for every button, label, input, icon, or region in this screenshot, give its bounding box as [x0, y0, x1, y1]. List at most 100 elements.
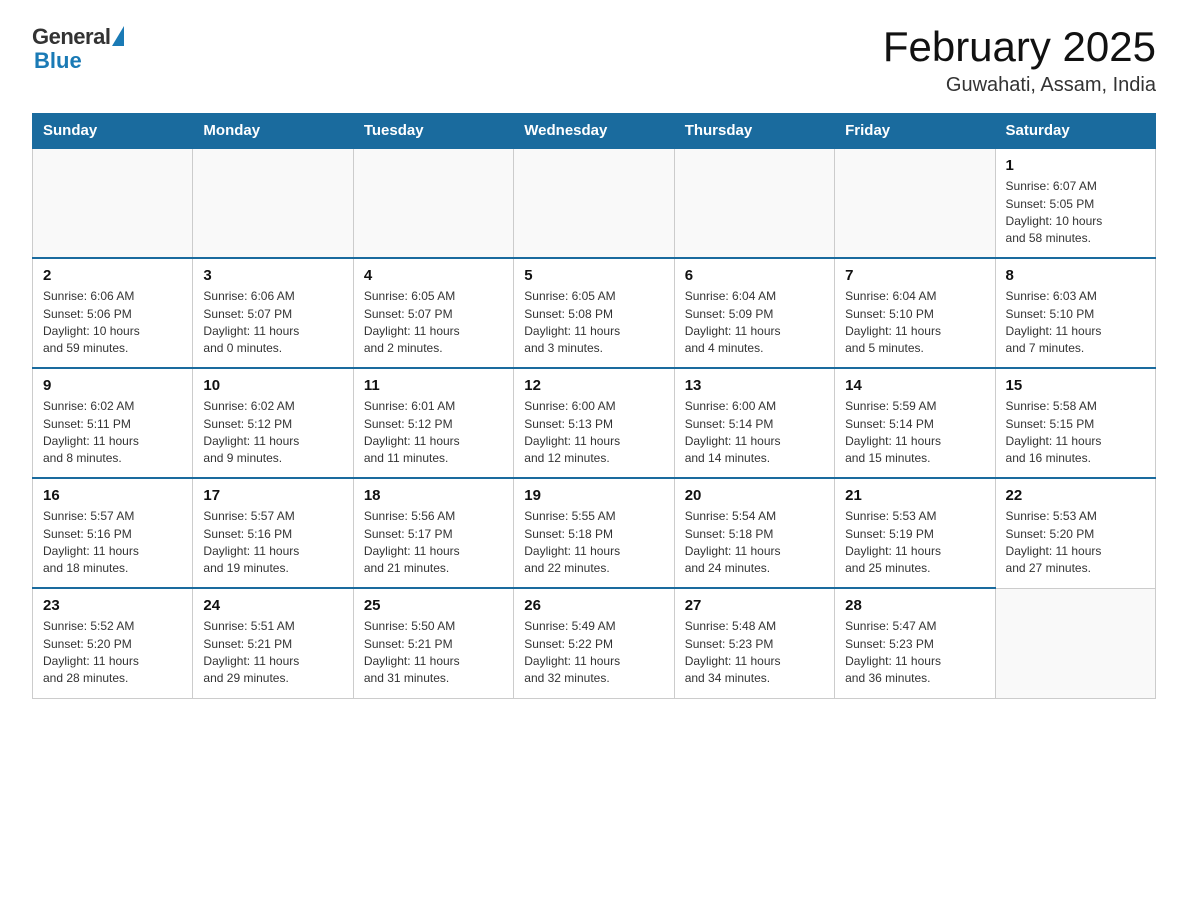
calendar-cell: 9 Sunrise: 6:02 AM Sunset: 5:11 PM Daylig…: [33, 368, 193, 478]
weekday-header-thursday: Thursday: [674, 114, 834, 149]
calendar-table: SundayMondayTuesdayWednesdayThursdayFrid…: [32, 113, 1156, 699]
day-number: 12: [524, 377, 663, 394]
calendar-cell: 10Sunrise: 6:02 AM Sunset: 5:12 PM Dayli…: [193, 368, 353, 478]
day-info: Sunrise: 5:52 AM Sunset: 5:20 PM Dayligh…: [43, 618, 182, 688]
calendar-cell: 2 Sunrise: 6:06 AM Sunset: 5:06 PM Daylig…: [33, 258, 193, 368]
day-number: 20: [685, 487, 824, 504]
calendar-cell: 26 Sunrise: 5:49 AM Sunset: 5:22 PM Dayli…: [514, 588, 674, 698]
day-info: Sunrise: 5:56 AM Sunset: 5:17 PM Dayligh…: [364, 508, 503, 578]
day-info: Sunrise: 5:53 AM Sunset: 5:20 PM Dayligh…: [1006, 508, 1145, 578]
day-number: 13: [685, 377, 824, 394]
day-number: 25: [364, 597, 503, 614]
calendar-cell: 21 Sunrise: 5:53 AM Sunset: 5:19 PM Dayli…: [835, 478, 995, 588]
weekday-header-monday: Monday: [193, 114, 353, 149]
calendar-cell: 14 Sunrise: 5:59 AM Sunset: 5:14 PM Dayli…: [835, 368, 995, 478]
day-info: Sunrise: 5:47 AM Sunset: 5:23 PM Dayligh…: [845, 618, 984, 688]
day-number: 19: [524, 487, 663, 504]
calendar-cell: [353, 148, 513, 258]
calendar-week-row: 2 Sunrise: 6:06 AM Sunset: 5:06 PM Daylig…: [33, 258, 1156, 368]
day-number: 24: [203, 597, 342, 614]
day-number: 4: [364, 267, 503, 284]
day-number: 15: [1006, 377, 1145, 394]
calendar-cell: 19 Sunrise: 5:55 AM Sunset: 5:18 PM Dayli…: [514, 478, 674, 588]
day-info: Sunrise: 5:53 AM Sunset: 5:19 PM Dayligh…: [845, 508, 984, 578]
day-number: 26: [524, 597, 663, 614]
day-info: Sunrise: 6:06 AM Sunset: 5:06 PM Dayligh…: [43, 288, 182, 358]
calendar-cell: 23 Sunrise: 5:52 AM Sunset: 5:20 PM Dayli…: [33, 588, 193, 698]
calendar-week-row: 1Sunrise: 6:07 AM Sunset: 5:05 PM Daylig…: [33, 148, 1156, 258]
day-info: Sunrise: 6:04 AM Sunset: 5:09 PM Dayligh…: [685, 288, 824, 358]
day-number: 2: [43, 267, 182, 284]
calendar-week-row: 9 Sunrise: 6:02 AM Sunset: 5:11 PM Daylig…: [33, 368, 1156, 478]
day-info: Sunrise: 5:54 AM Sunset: 5:18 PM Dayligh…: [685, 508, 824, 578]
calendar-cell: 17Sunrise: 5:57 AM Sunset: 5:16 PM Dayli…: [193, 478, 353, 588]
weekday-header-friday: Friday: [835, 114, 995, 149]
calendar-cell: 8Sunrise: 6:03 AM Sunset: 5:10 PM Daylig…: [995, 258, 1155, 368]
day-number: 1: [1006, 157, 1145, 174]
day-info: Sunrise: 6:05 AM Sunset: 5:07 PM Dayligh…: [364, 288, 503, 358]
day-info: Sunrise: 5:58 AM Sunset: 5:15 PM Dayligh…: [1006, 398, 1145, 468]
day-info: Sunrise: 6:01 AM Sunset: 5:12 PM Dayligh…: [364, 398, 503, 468]
day-number: 21: [845, 487, 984, 504]
calendar-cell: 13 Sunrise: 6:00 AM Sunset: 5:14 PM Dayli…: [674, 368, 834, 478]
calendar-cell: 20 Sunrise: 5:54 AM Sunset: 5:18 PM Dayli…: [674, 478, 834, 588]
day-info: Sunrise: 5:59 AM Sunset: 5:14 PM Dayligh…: [845, 398, 984, 468]
calendar-cell: 12 Sunrise: 6:00 AM Sunset: 5:13 PM Dayli…: [514, 368, 674, 478]
calendar-cell: 22 Sunrise: 5:53 AM Sunset: 5:20 PM Dayli…: [995, 478, 1155, 588]
calendar-cell: 25 Sunrise: 5:50 AM Sunset: 5:21 PM Dayli…: [353, 588, 513, 698]
day-info: Sunrise: 6:02 AM Sunset: 5:11 PM Dayligh…: [43, 398, 182, 468]
day-info: Sunrise: 5:57 AM Sunset: 5:16 PM Dayligh…: [203, 508, 342, 578]
calendar-cell: [995, 588, 1155, 698]
calendar-cell: 1Sunrise: 6:07 AM Sunset: 5:05 PM Daylig…: [995, 148, 1155, 258]
month-title: February 2025: [883, 24, 1156, 70]
weekday-header-wednesday: Wednesday: [514, 114, 674, 149]
day-number: 10: [203, 377, 342, 394]
calendar-cell: 16Sunrise: 5:57 AM Sunset: 5:16 PM Dayli…: [33, 478, 193, 588]
day-info: Sunrise: 5:49 AM Sunset: 5:22 PM Dayligh…: [524, 618, 663, 688]
logo-triangle-icon: [112, 26, 124, 46]
day-number: 9: [43, 377, 182, 394]
calendar-week-row: 16Sunrise: 5:57 AM Sunset: 5:16 PM Dayli…: [33, 478, 1156, 588]
day-number: 27: [685, 597, 824, 614]
day-number: 6: [685, 267, 824, 284]
calendar-cell: 3 Sunrise: 6:06 AM Sunset: 5:07 PM Daylig…: [193, 258, 353, 368]
calendar-cell: 6 Sunrise: 6:04 AM Sunset: 5:09 PM Daylig…: [674, 258, 834, 368]
page-header: General Blue February 2025 Guwahati, Ass…: [32, 24, 1156, 97]
logo-general-text: General: [32, 24, 110, 50]
weekday-header-sunday: Sunday: [33, 114, 193, 149]
day-number: 3: [203, 267, 342, 284]
day-number: 18: [364, 487, 503, 504]
calendar-cell: 24Sunrise: 5:51 AM Sunset: 5:21 PM Dayli…: [193, 588, 353, 698]
day-number: 23: [43, 597, 182, 614]
day-info: Sunrise: 6:05 AM Sunset: 5:08 PM Dayligh…: [524, 288, 663, 358]
calendar-week-row: 23 Sunrise: 5:52 AM Sunset: 5:20 PM Dayli…: [33, 588, 1156, 698]
day-info: Sunrise: 5:57 AM Sunset: 5:16 PM Dayligh…: [43, 508, 182, 578]
calendar-cell: 5 Sunrise: 6:05 AM Sunset: 5:08 PM Daylig…: [514, 258, 674, 368]
calendar-cell: 28 Sunrise: 5:47 AM Sunset: 5:23 PM Dayli…: [835, 588, 995, 698]
day-info: Sunrise: 5:55 AM Sunset: 5:18 PM Dayligh…: [524, 508, 663, 578]
calendar-cell: [193, 148, 353, 258]
day-info: Sunrise: 6:00 AM Sunset: 5:13 PM Dayligh…: [524, 398, 663, 468]
calendar-cell: 27 Sunrise: 5:48 AM Sunset: 5:23 PM Dayli…: [674, 588, 834, 698]
day-info: Sunrise: 5:48 AM Sunset: 5:23 PM Dayligh…: [685, 618, 824, 688]
day-info: Sunrise: 6:00 AM Sunset: 5:14 PM Dayligh…: [685, 398, 824, 468]
calendar-cell: 15 Sunrise: 5:58 AM Sunset: 5:15 PM Dayli…: [995, 368, 1155, 478]
calendar-cell: [674, 148, 834, 258]
day-number: 8: [1006, 267, 1145, 284]
day-number: 28: [845, 597, 984, 614]
day-number: 5: [524, 267, 663, 284]
calendar-cell: [514, 148, 674, 258]
day-info: Sunrise: 5:50 AM Sunset: 5:21 PM Dayligh…: [364, 618, 503, 688]
day-number: 14: [845, 377, 984, 394]
logo-blue-text: Blue: [34, 48, 82, 74]
calendar-cell: [835, 148, 995, 258]
location-subtitle: Guwahati, Assam, India: [883, 74, 1156, 97]
logo: General Blue: [32, 24, 124, 74]
weekday-header-saturday: Saturday: [995, 114, 1155, 149]
calendar-cell: 18 Sunrise: 5:56 AM Sunset: 5:17 PM Dayli…: [353, 478, 513, 588]
day-number: 22: [1006, 487, 1145, 504]
day-info: Sunrise: 6:06 AM Sunset: 5:07 PM Dayligh…: [203, 288, 342, 358]
weekday-header-tuesday: Tuesday: [353, 114, 513, 149]
calendar-cell: 7Sunrise: 6:04 AM Sunset: 5:10 PM Daylig…: [835, 258, 995, 368]
calendar-cell: 4 Sunrise: 6:05 AM Sunset: 5:07 PM Daylig…: [353, 258, 513, 368]
